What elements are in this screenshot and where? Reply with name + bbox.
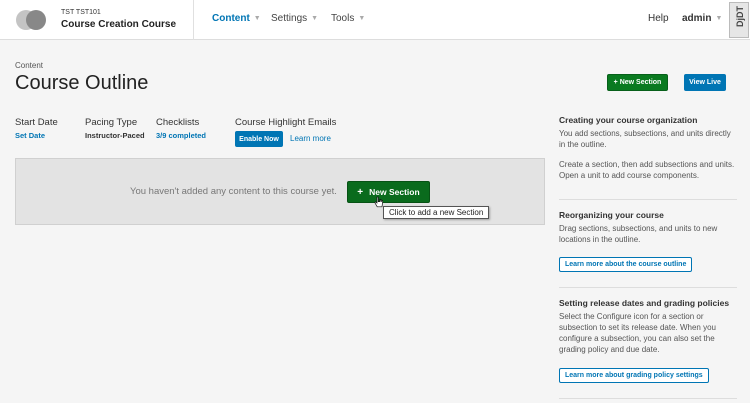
new-section-button[interactable]: + New Section xyxy=(347,181,430,203)
highlight-emails-label: Course Highlight Emails xyxy=(235,117,337,128)
sidebar-org-text-1: You add sections, subsections, and units… xyxy=(559,129,731,149)
sidebar-release-dates: Setting release dates and grading polici… xyxy=(559,298,737,383)
sidebar-divider xyxy=(559,398,737,399)
sidebar-course-organization: Creating your course organization You ad… xyxy=(559,115,737,181)
new-section-header-button[interactable]: + New Section xyxy=(607,74,668,91)
sidebar-reorg-text: Drag sections, subsections, and units to… xyxy=(559,224,718,244)
plus-icon: + xyxy=(357,186,364,198)
learn-outline-button[interactable]: Learn more about the course outline xyxy=(559,257,693,272)
checklists-label: Checklists xyxy=(156,117,200,128)
platform-logo[interactable] xyxy=(16,10,46,30)
start-date-label: Start Date xyxy=(15,117,58,128)
chevron-down-icon: ▼ xyxy=(311,15,319,22)
sidebar-reorganizing: Reorganizing your course Drag sections, … xyxy=(559,210,737,272)
breadcrumb: Content xyxy=(15,61,44,70)
learn-grading-button[interactable]: Learn more about grading policy settings xyxy=(559,368,709,383)
page-title: Course Outline xyxy=(15,72,149,94)
help-link[interactable]: Help xyxy=(648,13,669,24)
view-live-button[interactable]: View Live xyxy=(684,74,726,91)
sidebar-reorg-title: Reorganizing your course xyxy=(559,210,664,220)
nav-tools-menu[interactable]: Tools ▼ xyxy=(331,13,365,24)
sidebar-org-text-2: Create a section, then add subsections a… xyxy=(559,160,735,180)
nav-content-label: Content xyxy=(212,13,250,24)
debug-toolbar-handle[interactable]: DjDT xyxy=(729,2,749,38)
new-section-tooltip: Click to add a new Section xyxy=(383,206,490,219)
user-menu[interactable]: admin ▼ xyxy=(682,13,722,24)
nav-content-menu[interactable]: Content ▼ xyxy=(212,13,261,24)
user-name: admin xyxy=(682,13,712,24)
chevron-down-icon: ▼ xyxy=(253,15,261,22)
chevron-down-icon: ▼ xyxy=(358,15,366,22)
course-org: TST TST101 xyxy=(61,9,101,16)
nav-settings-menu[interactable]: Settings ▼ xyxy=(271,13,318,24)
set-date-link[interactable]: Set Date xyxy=(15,131,45,140)
top-header: TST TST101 Course Creation Course Conten… xyxy=(0,0,750,40)
pacing-type-label: Pacing Type xyxy=(85,117,138,128)
learn-more-link[interactable]: Learn more xyxy=(290,134,331,143)
sidebar-release-text: Select the Configure icon for a section … xyxy=(559,312,716,354)
pacing-type-value: Instructor-Paced xyxy=(85,131,145,140)
debug-toolbar-label: DjDT xyxy=(735,6,745,27)
nav-tools-label: Tools xyxy=(331,13,355,24)
header-divider xyxy=(193,0,194,40)
sidebar-release-title: Setting release dates and grading polici… xyxy=(559,298,730,308)
sidebar-divider xyxy=(559,199,737,200)
enable-now-button[interactable]: Enable Now xyxy=(235,131,283,147)
chevron-down-icon: ▼ xyxy=(715,15,723,22)
course-title[interactable]: Course Creation Course xyxy=(61,19,176,30)
sidebar-org-title: Creating your course organization xyxy=(559,115,698,125)
sidebar-divider xyxy=(559,287,737,288)
empty-outline-message: You haven't added any content to this co… xyxy=(130,186,337,197)
checklists-link[interactable]: 3/9 completed xyxy=(156,131,206,140)
nav-settings-label: Settings xyxy=(271,13,308,24)
logo-circle-dark xyxy=(26,10,46,30)
